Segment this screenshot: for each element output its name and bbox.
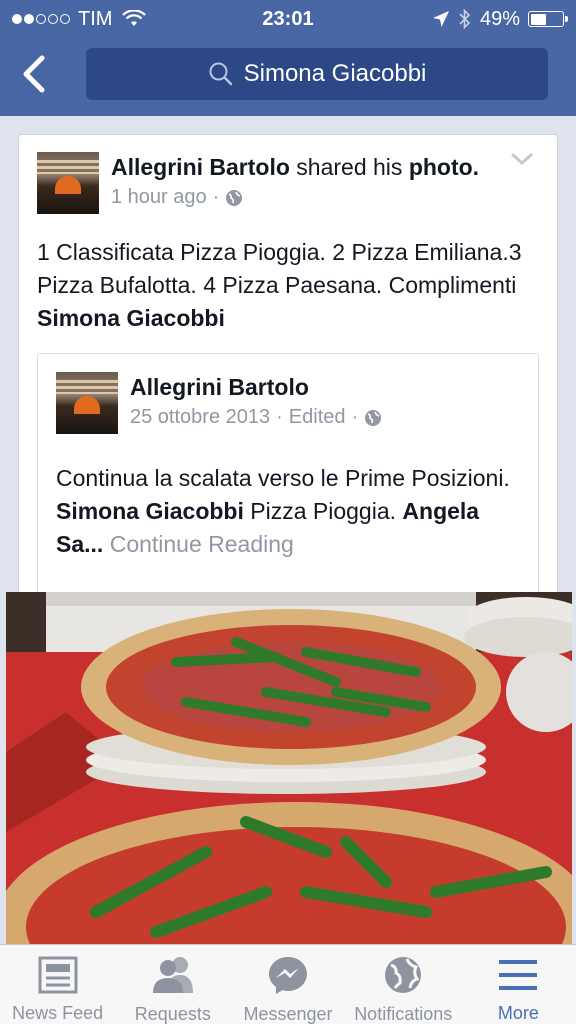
globe-privacy-icon xyxy=(365,409,382,426)
globe-icon xyxy=(383,955,423,995)
post-action-text: shared his xyxy=(289,154,409,180)
post-photo[interactable] xyxy=(6,592,572,944)
tab-label: News Feed xyxy=(12,1003,104,1023)
news-feed-icon xyxy=(38,955,78,994)
shared-date[interactable]: 25 ottobre 2013 xyxy=(130,406,270,429)
wifi-icon xyxy=(122,10,147,28)
back-button[interactable] xyxy=(20,44,70,104)
bottom-tab-bar: News Feed Requests Messenger Notificatio… xyxy=(0,944,576,1024)
post-meta: Allegrini Bartolo shared his photo. 1 ho… xyxy=(111,152,505,214)
battery-level xyxy=(530,13,546,25)
shared-post-body: Continua la scalata verso le Prime Posiz… xyxy=(56,434,520,561)
search-field[interactable]: Simona Giacobbi xyxy=(86,48,548,100)
top-header: TIM 23:01 49% Simona Giacobbi xyxy=(0,0,576,116)
shared-post-header: Allegrini Bartolo 25 ottobre 2013 · Edit… xyxy=(56,372,520,434)
carrier-name: TIM xyxy=(78,7,113,30)
tab-label: Messenger xyxy=(243,1004,333,1024)
post-options-button[interactable] xyxy=(505,152,539,182)
status-bar: TIM 23:01 49% xyxy=(0,0,576,38)
friend-requests-icon xyxy=(149,955,197,995)
chevron-down-icon xyxy=(511,153,533,166)
post-header: Allegrini Bartolo shared his photo. 1 ho… xyxy=(19,135,557,214)
signal-strength-icon xyxy=(12,14,70,24)
tab-more[interactable]: More xyxy=(461,945,576,1024)
post-title: Allegrini Bartolo shared his photo. xyxy=(111,152,505,182)
shared-text-1: Continua la scalata verso le Prime Posiz… xyxy=(56,465,510,491)
globe-privacy-icon xyxy=(226,189,243,206)
search-icon xyxy=(209,62,232,86)
post-body: 1 Classificata Pizza Pioggia. 2 Pizza Em… xyxy=(19,214,557,335)
shared-author-avatar[interactable] xyxy=(56,372,118,434)
tab-label: Notifications xyxy=(354,1004,453,1024)
post-timestamp-row: 1 hour ago · xyxy=(111,186,505,209)
tab-news-feed[interactable]: News Feed xyxy=(0,945,115,1024)
bluetooth-icon xyxy=(458,8,472,30)
separator-dot: · xyxy=(276,406,283,428)
battery-icon xyxy=(528,11,568,27)
edited-label[interactable]: Edited xyxy=(289,406,346,429)
tab-notifications[interactable]: Notifications xyxy=(346,945,461,1024)
mention-link[interactable]: Simona Giacobbi xyxy=(56,498,244,524)
post-time[interactable]: 1 hour ago xyxy=(111,186,207,209)
separator-dot: · xyxy=(351,406,359,428)
search-query: Simona Giacobbi xyxy=(243,60,427,87)
photo-link[interactable]: photo. xyxy=(409,154,479,180)
back-arrow-icon xyxy=(23,55,45,93)
location-arrow-icon xyxy=(432,10,450,28)
shared-timestamp-row: 25 ottobre 2013 · Edited · xyxy=(130,406,520,429)
battery-percent: 49% xyxy=(479,7,520,30)
mention-link[interactable]: Simona Giacobbi xyxy=(37,305,225,331)
tab-label: More xyxy=(497,1003,539,1023)
status-left: TIM xyxy=(12,7,147,31)
nav-bar: Simona Giacobbi xyxy=(0,38,576,116)
tab-messenger[interactable]: Messenger xyxy=(230,945,345,1024)
author-name-link[interactable]: Allegrini Bartolo xyxy=(111,154,290,180)
post-body-text: 1 Classificata Pizza Pioggia. 2 Pizza Em… xyxy=(37,239,522,298)
separator-dot: · xyxy=(212,186,220,208)
status-right: 49% xyxy=(432,7,568,31)
author-avatar[interactable] xyxy=(37,152,99,214)
menu-icon xyxy=(498,955,538,994)
continue-reading-link[interactable]: Continue Reading xyxy=(103,531,294,557)
shared-author-name[interactable]: Allegrini Bartolo xyxy=(130,372,520,402)
messenger-icon xyxy=(267,955,309,995)
tab-requests[interactable]: Requests xyxy=(115,945,230,1024)
tab-label: Requests xyxy=(134,1004,211,1024)
shared-text-2: Pizza Pioggia. xyxy=(243,498,403,524)
shared-meta: Allegrini Bartolo 25 ottobre 2013 · Edit… xyxy=(130,372,520,434)
